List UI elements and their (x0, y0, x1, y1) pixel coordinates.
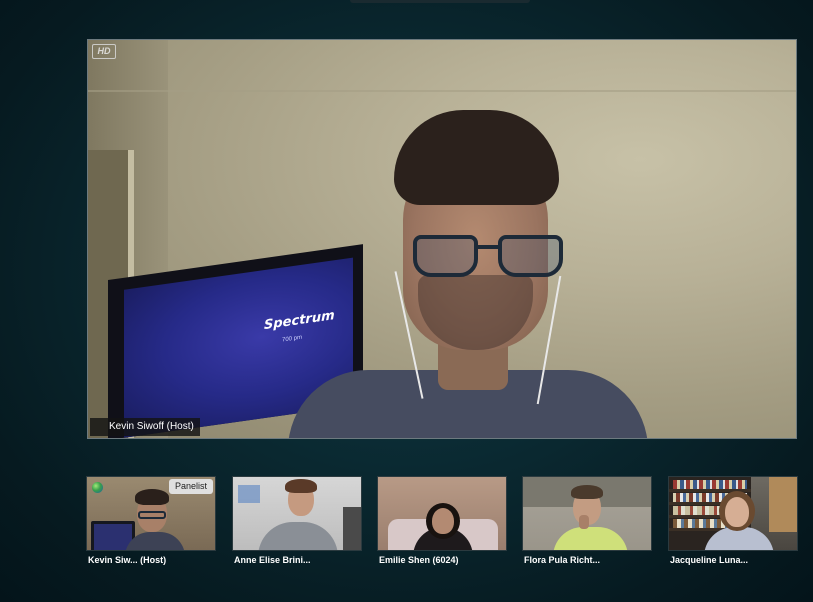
ceiling-line (88, 90, 796, 92)
thumbnail-person-hair (571, 485, 603, 499)
panelist-badge: Panelist (168, 479, 213, 494)
thumbnail-tile[interactable] (522, 476, 652, 551)
thumbnail-name: Emilie Shen (6024) (379, 555, 459, 565)
thumbnail-tile[interactable]: Panelist (86, 476, 216, 551)
thumbnail-person-body (258, 522, 338, 550)
main-video-tile[interactable]: Spectrum 700 pm HD Kevin Siwoff (Host) (87, 39, 797, 439)
thumbnail-tile[interactable] (232, 476, 362, 551)
thumbnail-name: Kevin Siw... (Host) (88, 555, 167, 565)
participant-name-tag: Kevin Siwoff (Host) (103, 418, 200, 436)
participant-thumbnail-strip: Panelist Kevin Siw... (Host) Anne Elise … (0, 476, 813, 586)
thumbnail-name: Anne Elise Brini... (234, 555, 311, 565)
thumbnail-name: Flora Pula Richt... (524, 555, 601, 565)
background-furniture (343, 507, 361, 550)
hd-badge: HD (92, 44, 116, 59)
thumbnail-person-hair (285, 479, 317, 493)
glasses-lens-left (413, 235, 478, 277)
glasses-lens-right (498, 235, 563, 277)
wall-poster (238, 485, 260, 503)
participant-video (288, 110, 648, 438)
name-tag-indicator (90, 418, 103, 436)
thumbnail-name: Jacqueline Luna... (670, 555, 749, 565)
thumbnail-person-hair (135, 489, 169, 505)
thumbnail-tile[interactable] (668, 476, 798, 551)
thumbnail-person-head (432, 508, 454, 534)
background-door (769, 477, 797, 532)
thumbnail-person-body (553, 527, 628, 550)
participant-hair (394, 110, 559, 205)
thumbnail-person-hand (579, 515, 589, 529)
top-bar-handle (350, 0, 530, 3)
thumbnail-person-head (725, 497, 749, 527)
glasses (413, 235, 563, 280)
thumbnail-tile[interactable] (377, 476, 507, 551)
glasses-bridge (478, 245, 498, 249)
thumbnail-glasses (138, 511, 166, 519)
globe-icon (92, 482, 103, 493)
